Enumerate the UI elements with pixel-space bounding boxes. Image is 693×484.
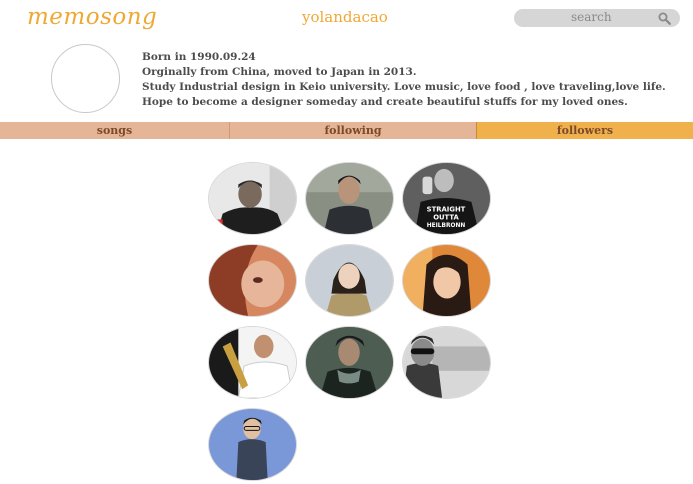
profile-bio: Born in 1990.09.24 Orginally from China,… [142,50,666,110]
tab-followers[interactable]: followers [476,122,693,139]
follower-avatar-8[interactable] [305,326,394,399]
shirt-text-line: STRAIGHT [427,206,466,214]
follower-avatar-6[interactable] [402,244,491,317]
follower-avatar-3[interactable]: STRAIGHT OUTTA HEILBRONN [402,162,491,235]
follower-avatar-7[interactable] [208,326,297,399]
shirt-text-line: OUTTA [433,213,459,221]
tab-following[interactable]: following [230,122,476,139]
shirt-text-line: HEILBRONN [427,223,466,229]
profile-tabs: songs following followers [0,122,693,139]
bio-line: Orginally from China, moved to Japan in … [142,66,417,78]
search-bar[interactable]: search [514,9,680,27]
profile-username: yolandacao [302,8,388,26]
bio-line: Hope to become a designer someday and cr… [142,96,628,108]
search-input[interactable]: search [571,10,612,24]
bio-line: Study Industrial design in Keio universi… [142,81,666,93]
app-logo[interactable]: memosong [27,4,157,30]
follower-avatar-1[interactable] [208,162,297,235]
tab-songs[interactable]: songs [0,122,230,139]
search-icon[interactable] [658,12,671,25]
follower-avatar-5[interactable] [305,244,394,317]
profile-avatar[interactable] [51,44,120,113]
follower-avatar-2[interactable] [305,162,394,235]
follower-avatar-4[interactable] [208,244,297,317]
follower-avatar-10[interactable] [208,408,297,481]
follower-avatar-9[interactable] [402,326,491,399]
bio-line: Born in 1990.09.24 [142,51,256,63]
